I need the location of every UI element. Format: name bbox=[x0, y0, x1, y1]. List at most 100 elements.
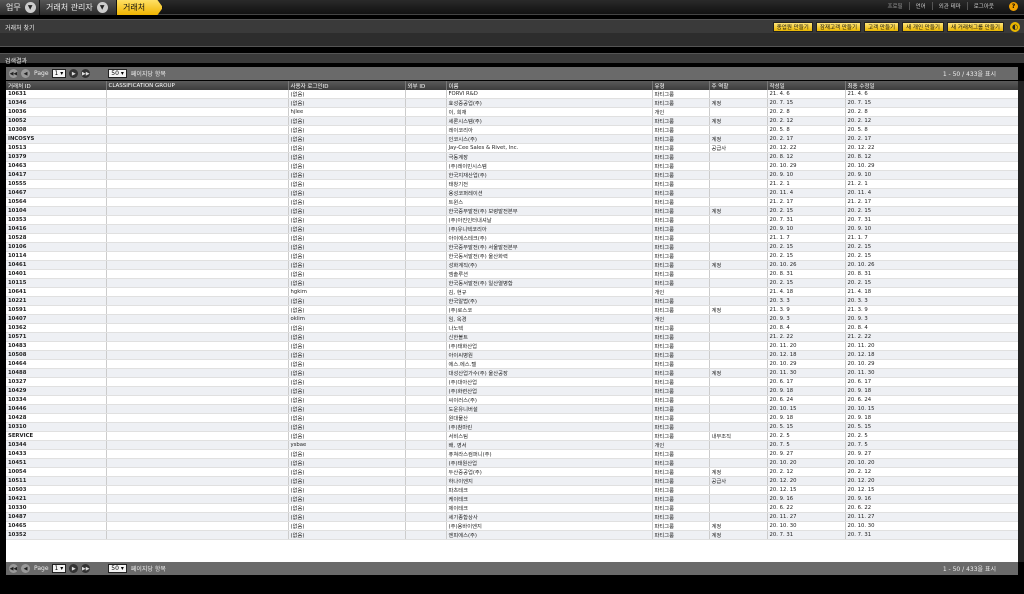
table-row[interactable]: 10352 (없음) 엔피에스(주) 파티그룹 계정 20. 7. 31 20. 7. 31 bbox=[6, 530, 1018, 540]
table-cell[interactable]: 10488 bbox=[6, 368, 107, 378]
table-row[interactable]: 10465 (없음) (주)용바이엔지 파티그룹 계정 20. 10. 30 20. 10.… bbox=[6, 521, 1018, 531]
logout-link[interactable]: 로그아웃 bbox=[966, 2, 1000, 10]
table-row[interactable]: 10421 (없음) 케이테크 파티그룹 20. 9. 16 20. 9. 16 bbox=[6, 494, 1018, 504]
help-icon[interactable]: ? bbox=[1009, 2, 1018, 11]
table-row[interactable]: 10508 (없음) 아이씨병원 파티그룹 20. 12. 18 20. 12. 18 bbox=[6, 350, 1018, 360]
table-row[interactable]: 10346 (없음) 효성중공업(주) 파티그룹 계정 20. 7. 15 20. 7. 1… bbox=[6, 98, 1018, 108]
last-page-icon[interactable]: ▶▶ bbox=[81, 564, 91, 573]
table-row[interactable]: 10330 (없음) 제이테크 파티그룹 20. 6. 22 20. 6. 22 bbox=[6, 503, 1018, 513]
table-cell[interactable]: 10503 bbox=[6, 485, 107, 495]
table-cell[interactable]: 10467 bbox=[6, 188, 107, 198]
table-row[interactable]: 10433 (없음) 퓨쳐라스컴퍼니(주) 파티그룹 20. 9. 27 20. 9. 2… bbox=[6, 449, 1018, 459]
chevron-down-icon[interactable]: ▼ bbox=[96, 2, 108, 13]
table-cell[interactable]: 10428 bbox=[6, 413, 107, 423]
table-cell[interactable]: 10429 bbox=[6, 386, 107, 396]
table-row[interactable]: 10429 (없음) (주)화련산업 파티그룹 20. 9. 18 20. 9. 18 bbox=[6, 386, 1018, 396]
table-cell[interactable]: 10106 bbox=[6, 242, 107, 252]
table-row[interactable]: INCOSYS (없음) 인코시스(주) 파티그룹 계정 20. 2. 17 20. 2. … bbox=[6, 134, 1018, 144]
table-cell[interactable]: SERVICE bbox=[6, 431, 107, 441]
chevron-down-icon[interactable]: ▼ bbox=[24, 2, 36, 13]
table-row[interactable]: 10379 (없음) 극동계장 파티그룹 20. 8. 12 20. 8. 12 bbox=[6, 152, 1018, 162]
prev-page-icon[interactable]: ◀ bbox=[21, 564, 30, 573]
table-cell[interactable]: 10464 bbox=[6, 359, 107, 369]
theme-link[interactable]: 외관 테마 bbox=[931, 2, 967, 10]
create-prospect-button[interactable]: 잠재고객 만들기 bbox=[815, 22, 862, 32]
table-cell[interactable]: 10513 bbox=[6, 143, 107, 153]
table-cell[interactable]: 10591 bbox=[6, 305, 107, 315]
table-cell[interactable]: 10036 bbox=[6, 107, 107, 117]
next-page-icon[interactable]: ▶ bbox=[69, 564, 79, 573]
table-row[interactable]: 10106 (없음) 한국중부발전(주) 서울발전본부 파티그룹 20. 2. 15 20… bbox=[6, 242, 1018, 252]
table-row[interactable]: 10513 (없음) Jay-Cee Sales & Rivet, Inc. 파티그룹… bbox=[6, 143, 1018, 153]
table-cell[interactable]: 10483 bbox=[6, 341, 107, 351]
breadcrumb-work[interactable]: 업무 ▼ bbox=[0, 0, 40, 15]
table-row[interactable]: 10036 hjlee 이, 희재 개인 20. 2. 8 20. 2. 8 bbox=[6, 107, 1018, 117]
table-cell[interactable]: 10571 bbox=[6, 332, 107, 342]
table-row[interactable]: 10464 (없음) 에스.에스.텔 파티그룹 20. 10. 29 20. 10. 29 bbox=[6, 359, 1018, 369]
table-row[interactable]: 10564 (없음) 트윈스 파티그룹 21. 2. 17 21. 2. 17 bbox=[6, 197, 1018, 207]
table-cell[interactable]: 10352 bbox=[6, 530, 107, 540]
table-cell[interactable]: 10417 bbox=[6, 170, 107, 180]
page-select[interactable]: 1 ▾ bbox=[51, 69, 67, 78]
table-row[interactable]: 10511 (없음) 하나이엔지 파티그룹 공급사 20. 12. 20 20. 12. 2… bbox=[6, 476, 1018, 486]
profile-link[interactable]: 프로필 bbox=[881, 2, 908, 10]
table-row[interactable]: 10401 (없음) 엠솔루션 파티그룹 20. 8. 31 20. 8. 31 bbox=[6, 269, 1018, 279]
table-cell[interactable]: 10330 bbox=[6, 503, 107, 513]
col-header-external-id[interactable]: 외부 ID bbox=[405, 81, 447, 90]
table-cell[interactable]: 10641 bbox=[6, 287, 107, 297]
table-cell[interactable]: 10631 bbox=[6, 90, 107, 99]
table-row[interactable]: 10428 (없음) 원대물산 파티그룹 20. 9. 18 20. 9. 18 bbox=[6, 413, 1018, 423]
first-page-icon[interactable]: ◀◀ bbox=[9, 564, 18, 573]
create-customer-button[interactable]: 고객 만들기 bbox=[864, 22, 900, 32]
table-row[interactable]: 10114 (없음) 한국동서발전(주) 울산화력 파티그룹 20. 2. 15 20. … bbox=[6, 251, 1018, 261]
table-row[interactable]: 10463 (없음) (주)레이민시스템 파티그룹 20. 10. 29 20. 10. … bbox=[6, 161, 1018, 171]
table-row[interactable]: 10104 (없음) 한국중부발전(주) 보령발전본부 파티그룹 계정 20. 2. 15… bbox=[6, 206, 1018, 216]
page-size-select[interactable]: 50 ▾ bbox=[108, 69, 127, 78]
scrollbar[interactable] bbox=[1018, 81, 1024, 562]
table-cell[interactable]: 10052 bbox=[6, 116, 107, 126]
next-page-icon[interactable]: ▶ bbox=[69, 69, 79, 78]
table-row[interactable]: 10327 (없음) (주)대아산업 파티그룹 20. 6. 17 20. 6. 17 bbox=[6, 377, 1018, 387]
table-row[interactable]: 10052 (없음) 세론시스템(주) 파티그룹 계정 20. 2. 12 20. 2. 1… bbox=[6, 116, 1018, 126]
table-cell[interactable]: 10334 bbox=[6, 395, 107, 405]
table-row[interactable]: 10446 (없음) 도운유니버설 파티그룹 20. 10. 15 20. 10. 15 bbox=[6, 404, 1018, 414]
table-row[interactable]: 10631 (없음) FORVI R&D 파티그룹 21. 4. 6 21. 4. 6 bbox=[6, 90, 1018, 99]
col-header-created-date[interactable]: 작성일 bbox=[767, 81, 846, 90]
page-select[interactable]: 1 ▾ bbox=[51, 564, 67, 573]
table-cell[interactable]: 10353 bbox=[6, 215, 107, 225]
table-row[interactable]: 10571 (없음) 신한볼트 파티그룹 21. 2. 22 21. 2. 22 bbox=[6, 332, 1018, 342]
first-page-icon[interactable]: ◀◀ bbox=[9, 69, 18, 78]
table-row[interactable]: 10461 (없음) 성화계직(주) 파티그룹 계정 20. 10. 26 20. 10. … bbox=[6, 260, 1018, 270]
col-header-user-login-id[interactable]: 사용자 로그인ID bbox=[288, 81, 406, 90]
table-cell[interactable]: 10401 bbox=[6, 269, 107, 279]
table-cell[interactable]: 10308 bbox=[6, 125, 107, 135]
table-cell[interactable]: 10451 bbox=[6, 458, 107, 468]
table-row[interactable]: SERVICE (없음) 서비스팀 파티그룹 내부조직 20. 2. 5 20. 2. 5 bbox=[6, 431, 1018, 441]
col-header-name[interactable]: 이름 bbox=[446, 81, 653, 90]
table-cell[interactable]: 10416 bbox=[6, 224, 107, 234]
table-row[interactable]: 10344 ysbae 배, 영서 개인 20. 7. 5 20. 7. 5 bbox=[6, 440, 1018, 450]
table-cell[interactable]: 10379 bbox=[6, 152, 107, 162]
table-cell[interactable]: 10461 bbox=[6, 260, 107, 270]
table-cell[interactable]: 10487 bbox=[6, 512, 107, 522]
table-row[interactable]: 10487 (없음) 세기종합상사 파티그룹 20. 11. 27 20. 11. 27 bbox=[6, 512, 1018, 522]
last-page-icon[interactable]: ▶▶ bbox=[81, 69, 91, 78]
table-cell[interactable]: 10433 bbox=[6, 449, 107, 459]
table-cell[interactable]: 10310 bbox=[6, 422, 107, 432]
table-cell[interactable]: 10346 bbox=[6, 98, 107, 108]
table-row[interactable]: 10591 (없음) (주)로스코 파티그룹 계정 21. 3. 9 21. 3. 9 bbox=[6, 305, 1018, 315]
table-row[interactable]: 10483 (없음) (주)태화산업 파티그룹 20. 11. 20 20. 11. 20 bbox=[6, 341, 1018, 351]
table-cell[interactable]: 10104 bbox=[6, 206, 107, 216]
language-link[interactable]: 언어 bbox=[908, 2, 932, 10]
breadcrumb-account-manager[interactable]: 거래처 관리자 ▼ bbox=[40, 0, 117, 15]
table-row[interactable]: 10503 (없음) 파츠테크 파티그룹 20. 12. 15 20. 12. 15 bbox=[6, 485, 1018, 495]
table-cell[interactable]: 10054 bbox=[6, 467, 107, 477]
table-cell[interactable]: 10421 bbox=[6, 494, 107, 504]
table-cell[interactable]: 10327 bbox=[6, 377, 107, 387]
table-row[interactable]: 10417 (없음) 한국지재산업(주) 파티그룹 20. 9. 10 20. 9. 10 bbox=[6, 170, 1018, 180]
table-row[interactable]: 10416 (없음) (주)유니텍코리아 파티그룹 20. 9. 10 20. 9. 10 bbox=[6, 224, 1018, 234]
create-party-group-button[interactable]: 새 거래처그룹 만들기 bbox=[946, 22, 1004, 32]
breadcrumb-current[interactable]: 거래처 bbox=[117, 0, 163, 15]
table-row[interactable]: 10555 (없음) 태창기전 파티그룹 21. 2. 1 21. 2. 1 bbox=[6, 179, 1018, 189]
prev-page-icon[interactable]: ◀ bbox=[21, 69, 30, 78]
